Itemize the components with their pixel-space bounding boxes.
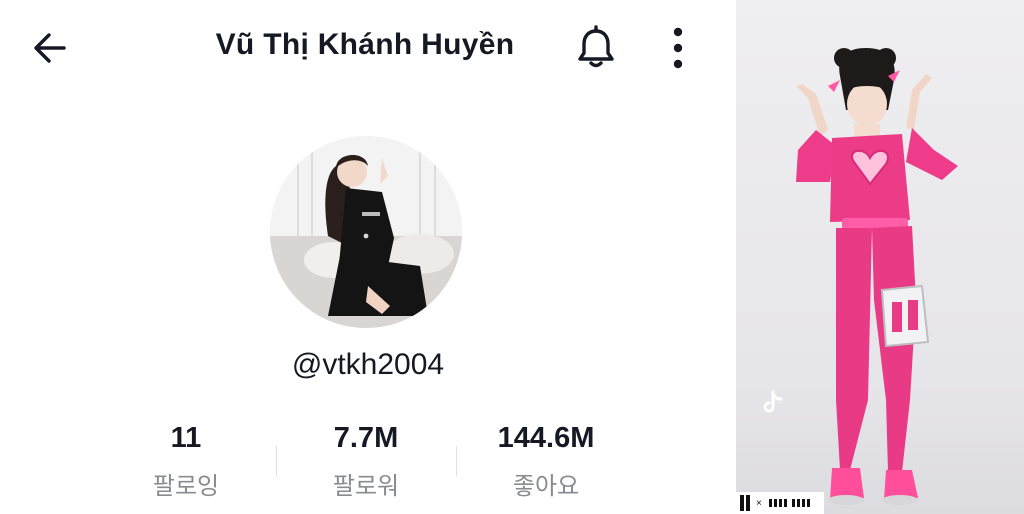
stat-value: 7.7M — [333, 422, 399, 454]
tiktok-watermark — [742, 390, 802, 419]
notification-button[interactable] — [570, 22, 622, 74]
bell-icon — [578, 25, 614, 68]
profile-pane: Vũ Thị Khánh Huyền @vtkh2004 11 팔로잉 7.7M… — [0, 0, 736, 514]
stats-row: 11 팔로잉 7.7M 팔로워 144.6M 좋아요 — [96, 418, 636, 508]
stat-value: 11 — [170, 422, 202, 454]
avatar[interactable] — [270, 136, 462, 328]
stat-label: 팔로잉 — [152, 472, 220, 500]
video-frame — [736, 0, 1024, 514]
stat-following[interactable]: 11 팔로잉 — [96, 418, 276, 501]
avatar-photo — [270, 136, 462, 328]
username: @vtkh2004 — [291, 348, 445, 381]
more-vertical-icon — [673, 27, 683, 69]
stat-value: 144.6M — [497, 422, 595, 454]
brand-separator: × — [756, 497, 762, 509]
stat-label: 팔로워 — [332, 472, 400, 500]
video-thumbnail[interactable]: × — [736, 0, 1024, 514]
stat-label: 좋아요 — [512, 472, 580, 500]
tiktok-logo-icon — [763, 390, 783, 413]
stat-followers[interactable]: 7.7M 팔로워 — [276, 418, 456, 501]
page-title: Vũ Thị Khánh Huyền — [215, 28, 515, 61]
top-bar: Vũ Thị Khánh Huyền — [0, 0, 736, 96]
free-fire-logo-icon — [767, 498, 812, 508]
bts-logo-icon — [740, 495, 750, 511]
more-options-button[interactable] — [656, 22, 700, 74]
brand-strip: × — [736, 492, 824, 514]
stat-likes[interactable]: 144.6M 좋아요 — [456, 418, 636, 501]
